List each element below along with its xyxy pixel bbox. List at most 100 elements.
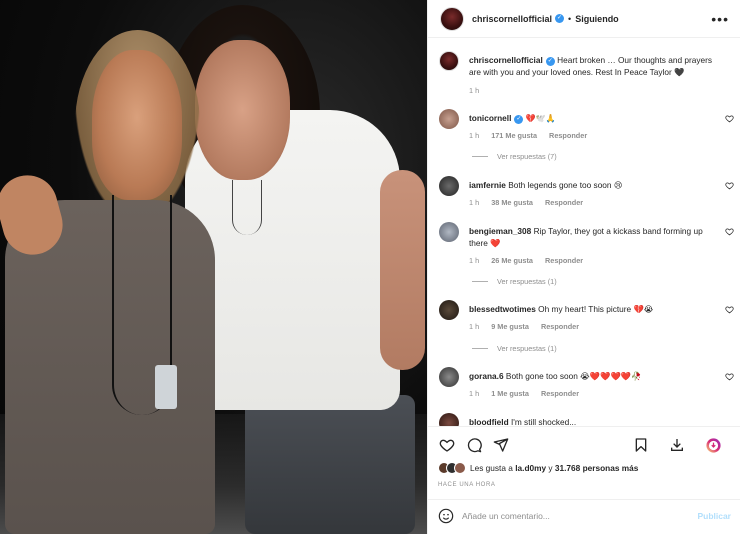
commenter-avatar[interactable]	[439, 413, 459, 426]
likes-user[interactable]: la.d0my	[515, 463, 546, 473]
comment-icon[interactable]	[465, 436, 483, 454]
more-options-icon[interactable]: •••	[711, 11, 729, 27]
reply-button[interactable]: Responder	[541, 322, 579, 331]
replies-line	[472, 156, 488, 157]
separator-dot: •	[568, 13, 572, 24]
comment-like-heart-icon[interactable]	[725, 114, 734, 125]
author-username[interactable]: chriscornellofficial	[472, 14, 552, 24]
comment-like-heart-icon[interactable]	[725, 372, 734, 383]
download-icon[interactable]	[668, 436, 686, 454]
caption-author-avatar[interactable]	[439, 51, 459, 71]
comment-like-heart-icon[interactable]	[725, 305, 734, 316]
comment-item: bengieman_308 Rip Taylor, they got a kic…	[439, 222, 734, 292]
comment-meta: 1 h 38 Me gusta Responder	[469, 198, 593, 207]
reply-button[interactable]: Responder	[545, 198, 583, 207]
commenter-avatar[interactable]	[439, 109, 459, 129]
verified-badge-icon: ✓	[555, 14, 565, 23]
following-button[interactable]: Siguiendo	[575, 14, 619, 24]
commenter-avatar[interactable]	[439, 367, 459, 387]
comment-item: iamfernie Both legends gone too soon 😢 1…	[439, 176, 734, 216]
view-replies-button[interactable]: Ver respuestas (1)	[472, 344, 557, 353]
comment-likes[interactable]: 9 Me gusta	[491, 322, 529, 331]
comment-username[interactable]: tonicornell	[469, 113, 511, 123]
comment-likes[interactable]: 1 Me gusta	[491, 389, 529, 398]
comment-item: bloodfield I'm still shocked...	[439, 413, 734, 426]
comment-item: blessedtwotimes Oh my heart! This pictur…	[439, 300, 734, 360]
post-side-panel: chriscornellofficial ✓ • Siguiendo ••• c…	[427, 0, 740, 534]
necklace	[232, 180, 262, 235]
comment-time: 1 h	[469, 131, 480, 140]
share-icon[interactable]	[492, 436, 510, 454]
publish-button[interactable]: Publicar	[697, 511, 731, 521]
view-replies-label: Ver respuestas (1)	[497, 277, 557, 286]
comment-username[interactable]: bengieman_308	[469, 226, 531, 236]
commenter-avatar[interactable]	[439, 176, 459, 196]
comment-likes[interactable]: 171 Me gusta	[491, 131, 537, 140]
person-right-jeans	[245, 395, 415, 534]
caption: chriscornellofficial ✓ Heart broken … Our…	[439, 51, 734, 101]
caption-meta: 1 h	[469, 86, 489, 95]
action-bar-right	[632, 436, 731, 454]
comment-likes[interactable]: 26 Me gusta	[491, 256, 533, 265]
reply-button[interactable]: Responder	[549, 131, 587, 140]
likes-text: Les gusta a la.d0my y 31.768 personas má…	[470, 463, 638, 473]
person-right-face	[195, 40, 290, 180]
comment-text: tonicornell ✓ 💔🕊️🙏	[469, 112, 720, 125]
comment-meta: 1 h 171 Me gusta Responder	[469, 131, 597, 140]
posted-time: HACE UNA HORA	[438, 482, 496, 488]
extension-icon[interactable]	[704, 436, 722, 454]
comment-meta: 1 h 26 Me gusta Responder	[469, 256, 593, 265]
comment-time: 1 h	[469, 322, 480, 331]
comment-like-heart-icon[interactable]	[725, 227, 734, 238]
comments-list[interactable]: chriscornellofficial ✓ Heart broken … Our…	[428, 38, 740, 426]
caption-time: 1 h	[469, 86, 480, 95]
comment-text: bengieman_308 Rip Taylor, they got a kic…	[469, 225, 720, 249]
post-actions: Les gusta a la.d0my y 31.768 personas má…	[428, 426, 740, 530]
caption-username[interactable]: chriscornellofficial	[469, 55, 543, 65]
view-replies-button[interactable]: Ver respuestas (7)	[472, 152, 557, 161]
view-replies-button[interactable]: Ver respuestas (1)	[472, 277, 557, 286]
comment-like-heart-icon[interactable]	[725, 181, 734, 192]
caption-text: chriscornellofficial ✓ Heart broken … Our…	[469, 54, 720, 78]
comment-likes[interactable]: 38 Me gusta	[491, 198, 533, 207]
commenter-avatar[interactable]	[439, 222, 459, 242]
liker-avatar	[454, 462, 466, 474]
likes-middle: y	[546, 463, 555, 473]
instagram-post-window: chriscornellofficial ✓ • Siguiendo ••• c…	[0, 0, 740, 534]
heart-icon[interactable]	[438, 436, 456, 454]
reply-button[interactable]: Responder	[545, 256, 583, 265]
comment-item: tonicornell ✓ 💔🕊️🙏 1 h 171 Me gusta Respo…	[439, 109, 734, 169]
comment-body: Both legends gone too soon 😢	[508, 180, 623, 190]
author-avatar[interactable]	[440, 6, 464, 31]
bookmark-icon[interactable]	[632, 436, 650, 454]
comment-username[interactable]: gorana.6	[469, 371, 504, 381]
likes-prefix: Les gusta a	[470, 463, 516, 473]
comment-item: gorana.6 Both gone too soon 😭❤️❤️❤️❤️🥀 1…	[439, 367, 734, 407]
comment-username[interactable]: iamfernie	[469, 180, 506, 190]
comment-text: gorana.6 Both gone too soon 😭❤️❤️❤️❤️🥀	[469, 370, 720, 382]
add-comment-bar: Publicar	[428, 499, 740, 531]
comment-meta: 1 h 9 Me gusta Responder	[469, 322, 589, 331]
comment-input[interactable]	[462, 510, 698, 521]
comment-body: Both gone too soon 😭❤️❤️❤️❤️🥀	[505, 371, 642, 381]
comment-time: 1 h	[469, 389, 480, 398]
lanyard-badge	[155, 365, 177, 409]
reply-button[interactable]: Responder	[541, 389, 579, 398]
action-bar	[438, 435, 731, 455]
post-header: chriscornellofficial ✓ • Siguiendo •••	[428, 0, 740, 38]
comment-text: blessedtwotimes Oh my heart! This pictur…	[469, 303, 720, 315]
view-replies-label: Ver respuestas (7)	[497, 152, 557, 161]
post-photo[interactable]	[0, 0, 427, 534]
comment-meta: 1 h 1 Me gusta Responder	[469, 389, 589, 398]
verified-badge-icon: ✓	[514, 115, 524, 124]
comment-username[interactable]: bloodfield	[469, 417, 509, 426]
comment-username[interactable]: blessedtwotimes	[469, 304, 536, 314]
commenter-avatar[interactable]	[439, 300, 459, 320]
emoji-icon[interactable]	[438, 508, 454, 524]
likes-count[interactable]: 31.768 personas más	[555, 463, 638, 473]
person-right-arm	[380, 170, 425, 370]
replies-line	[472, 348, 488, 349]
person-left-face	[92, 50, 182, 200]
likes-summary[interactable]: Les gusta a la.d0my y 31.768 personas má…	[438, 462, 638, 474]
comment-text: iamfernie Both legends gone too soon 😢	[469, 179, 720, 191]
